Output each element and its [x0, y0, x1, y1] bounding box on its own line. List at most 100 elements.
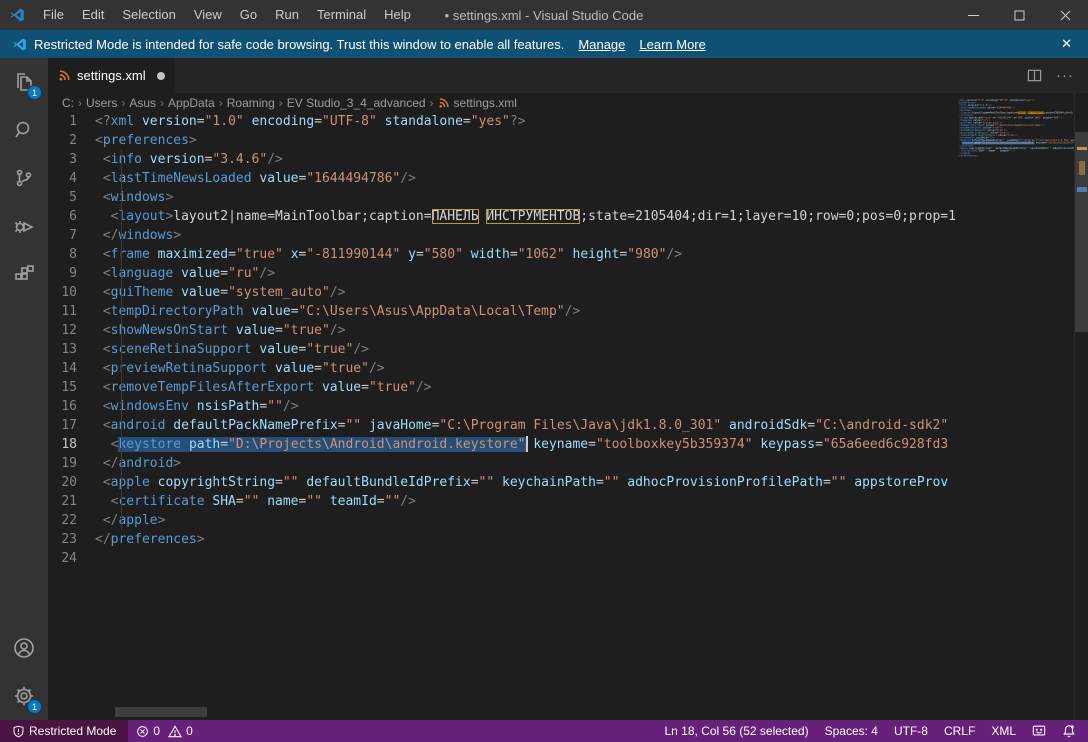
breadcrumb-item[interactable]: Users [86, 96, 117, 110]
minimize-button[interactable] [950, 0, 996, 30]
minimap[interactable]: <?xml version="1.0" encoding="UTF-8" sta… [958, 93, 1074, 720]
breadcrumb-item-file[interactable]: settings.xml [438, 96, 517, 110]
cursor-position-status[interactable]: Ln 18, Col 56 (52 selected) [657, 720, 817, 742]
menu-terminal[interactable]: Terminal [308, 0, 375, 30]
code-line-21[interactable]: 21 <certificate SHA="" name="" teamId=""… [48, 492, 958, 511]
restricted-mode-status[interactable]: Restricted Mode [0, 720, 128, 742]
breadcrumb-item[interactable]: Asus [129, 96, 156, 110]
restricted-mode-banner: Restricted Mode is intended for safe cod… [0, 30, 1088, 58]
tab-settings-xml[interactable]: settings.xml [48, 58, 175, 93]
problems-status[interactable]: 0 0 [128, 720, 200, 742]
line-number: 5 [48, 188, 95, 207]
breadcrumb-item[interactable]: Roaming [227, 96, 275, 110]
breadcrumb-item[interactable]: C: [62, 96, 74, 110]
line-number: 24 [48, 549, 95, 568]
more-actions-icon[interactable]: ··· [1056, 67, 1074, 84]
settings-badge: 1 [27, 699, 42, 714]
tab-label: settings.xml [77, 68, 146, 83]
code-line-1[interactable]: 1<?xml version="1.0" encoding="UTF-8" st… [48, 112, 958, 131]
line-number: 8 [48, 245, 95, 264]
line-number: 20 [48, 473, 95, 492]
code-line-24[interactable]: 24 [48, 549, 958, 568]
minimap-line [958, 157, 1074, 160]
code-line-15[interactable]: 15 <removeTempFilesAfterExport value="tr… [48, 378, 958, 397]
menu-view[interactable]: View [185, 0, 231, 30]
learn-more-link[interactable]: Learn More [639, 37, 705, 52]
line-number: 14 [48, 359, 95, 378]
code-line-6[interactable]: 6 <layout>layout2|name=MainToolbar;capti… [48, 207, 958, 226]
code-line-8[interactable]: 8 <frame maximized="true" x="-811990144"… [48, 245, 958, 264]
language-mode-status[interactable]: XML [983, 720, 1024, 742]
code-line-14[interactable]: 14 <previewRetinaSupport value="true"/> [48, 359, 958, 378]
eol-status[interactable]: CRLF [936, 720, 983, 742]
search-icon[interactable] [0, 106, 48, 154]
source-control-icon[interactable] [0, 154, 48, 202]
code-line-3[interactable]: 3 <info version="3.4.6"/> [48, 150, 958, 169]
breadcrumb-item[interactable]: AppData [168, 96, 215, 110]
minimap-line: <keystore path="D:\Projects\Android\andr… [958, 142, 1074, 145]
xml-file-icon [58, 69, 71, 82]
close-window-button[interactable] [1042, 0, 1088, 30]
settings-gear-icon[interactable]: 1 [0, 672, 48, 720]
breadcrumb-item[interactable]: EV Studio_3_4_advanced [287, 96, 426, 110]
code-line-19[interactable]: 19 </android> [48, 454, 958, 473]
manage-link[interactable]: Manage [578, 37, 625, 52]
line-number: 6 [48, 207, 95, 226]
tab-bar: settings.xml ··· [48, 58, 1088, 93]
vscode-logo-icon [4, 37, 34, 52]
extensions-icon[interactable] [0, 250, 48, 298]
line-number: 3 [48, 150, 95, 169]
code-line-11[interactable]: 11 <tempDirectoryPath value="C:\Users\As… [48, 302, 958, 321]
indentation-status[interactable]: Spaces: 4 [817, 720, 886, 742]
code-line-18[interactable]: 18 <keystore path="D:\Projects\Android\a… [48, 435, 958, 454]
code-line-23[interactable]: 23</preferences> [48, 530, 958, 549]
code-editor[interactable]: 1<?xml version="1.0" encoding="UTF-8" st… [48, 112, 958, 720]
accounts-icon[interactable] [0, 624, 48, 672]
line-number: 9 [48, 264, 95, 283]
chevron-right-icon: › [429, 96, 435, 110]
status-bar: Restricted Mode 0 0 Ln 18, Col 56 (52 se… [0, 720, 1088, 742]
banner-message: Restricted Mode is intended for safe cod… [34, 37, 564, 52]
code-line-12[interactable]: 12 <showNewsOnStart value="true"/> [48, 321, 958, 340]
menu-run[interactable]: Run [266, 0, 308, 30]
encoding-status[interactable]: UTF-8 [886, 720, 936, 742]
code-line-7[interactable]: 7 </windows> [48, 226, 958, 245]
overview-match-block [1079, 161, 1085, 175]
code-line-5[interactable]: 5 <windows> [48, 188, 958, 207]
restricted-mode-label: Restricted Mode [29, 724, 116, 738]
indent-guide [121, 150, 122, 530]
code-line-9[interactable]: 9 <language value="ru"/> [48, 264, 958, 283]
code-line-20[interactable]: 20 <apple copyrightString="" defaultBund… [48, 473, 958, 492]
menu-go[interactable]: Go [231, 0, 266, 30]
menu-edit[interactable]: Edit [73, 0, 113, 30]
code-line-2[interactable]: 2<preferences> [48, 131, 958, 150]
split-editor-icon[interactable] [1027, 68, 1042, 83]
line-number: 18 [48, 435, 95, 454]
explorer-badge: 1 [27, 85, 42, 100]
menu-help[interactable]: Help [375, 0, 420, 30]
code-line-10[interactable]: 10 <guiTheme value="system_auto"/> [48, 283, 958, 302]
maximize-button[interactable] [996, 0, 1042, 30]
line-number: 17 [48, 416, 95, 435]
line-number: 15 [48, 378, 95, 397]
notifications-bell-icon[interactable] [1054, 720, 1088, 742]
code-line-13[interactable]: 13 <sceneRetinaSupport value="true"/> [48, 340, 958, 359]
menu-file[interactable]: File [34, 0, 73, 30]
code-line-22[interactable]: 22 </apple> [48, 511, 958, 530]
vertical-scrollbar[interactable] [1074, 93, 1088, 720]
explorer-icon[interactable]: 1 [0, 58, 48, 106]
code-line-16[interactable]: 16 <windowsEnv nsisPath=""/> [48, 397, 958, 416]
code-line-17[interactable]: 17 <android defaultPackNamePrefix="" jav… [48, 416, 958, 435]
run-debug-icon[interactable] [0, 202, 48, 250]
banner-close-icon[interactable]: ✕ [1061, 36, 1072, 52]
line-number: 22 [48, 511, 95, 530]
warning-icon [168, 725, 182, 738]
feedback-icon[interactable] [1024, 720, 1054, 742]
menu-selection[interactable]: Selection [113, 0, 184, 30]
window-title: • settings.xml - Visual Studio Code [445, 8, 644, 23]
dirty-indicator-icon[interactable] [157, 72, 165, 80]
chevron-right-icon: › [218, 96, 224, 110]
horizontal-scrollbar[interactable] [115, 707, 207, 717]
line-number: 7 [48, 226, 95, 245]
code-line-4[interactable]: 4 <lastTimeNewsLoaded value="1644494786"… [48, 169, 958, 188]
